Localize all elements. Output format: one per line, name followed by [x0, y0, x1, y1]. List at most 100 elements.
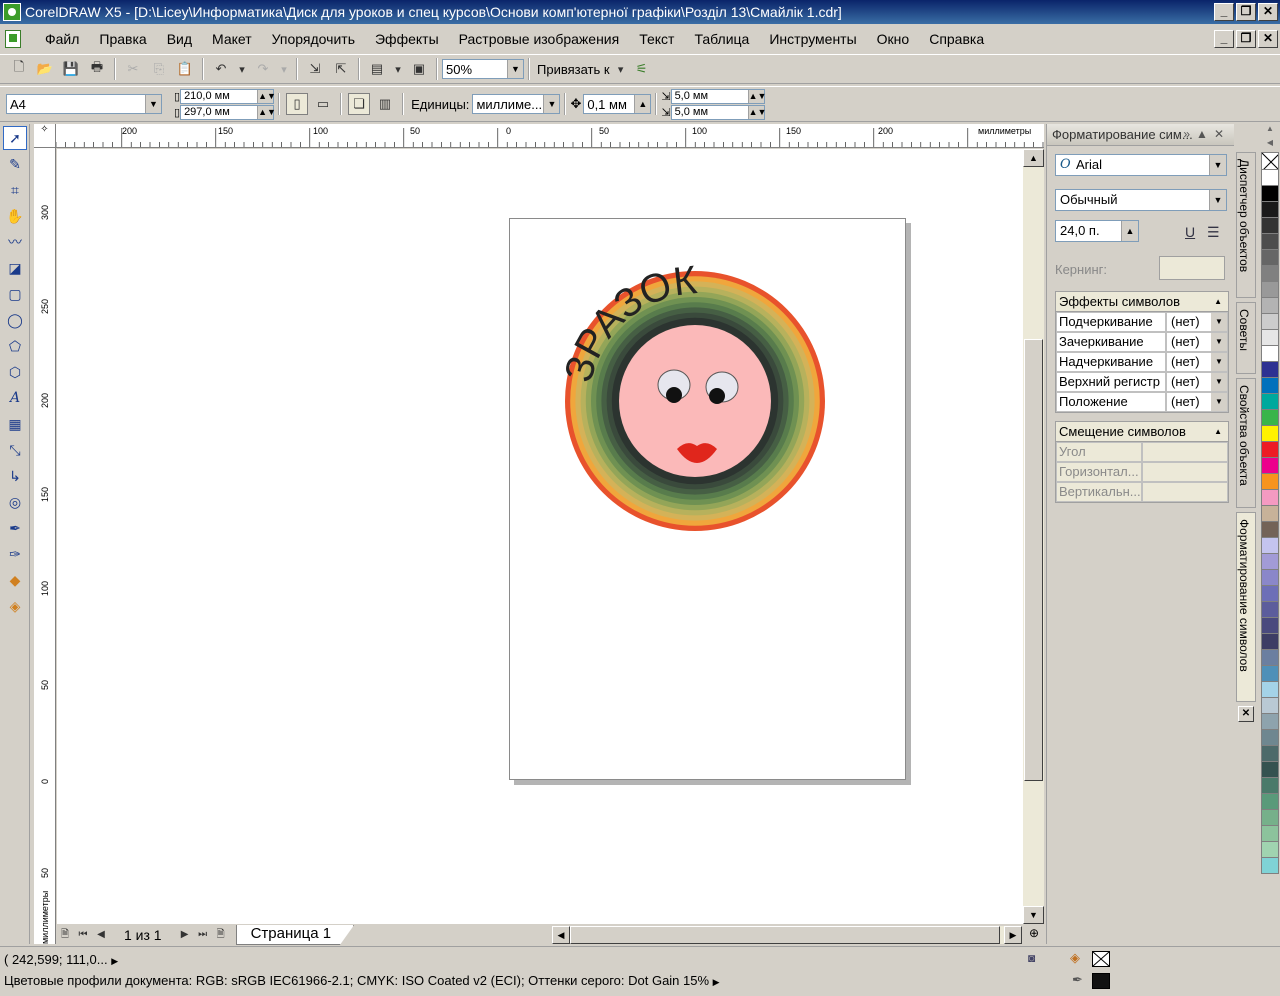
color-swatch[interactable] — [1261, 842, 1279, 858]
color-swatch[interactable] — [1261, 442, 1279, 458]
effect-value[interactable]: (нет) ▼ — [1166, 372, 1228, 392]
ellipse-tool-icon[interactable]: ◯ — [3, 308, 27, 332]
insert-page-before-icon[interactable]: 🗎 — [56, 926, 74, 944]
outline-color-indicator[interactable] — [1092, 973, 1110, 989]
profiles-arrow-icon[interactable]: ▶ — [713, 977, 720, 987]
docker-tab-close-button[interactable]: ✕ — [1238, 706, 1254, 722]
page-width-field[interactable]: 210,0 мм ▲▼ — [180, 88, 276, 104]
chevron-down-icon[interactable]: ▼ — [1209, 155, 1226, 175]
color-swatch[interactable] — [1261, 522, 1279, 538]
redo-dropdown-icon[interactable]: ▾ — [278, 58, 290, 80]
color-swatch[interactable] — [1261, 490, 1279, 506]
view-mode-icon[interactable]: ◙ — [1028, 951, 1035, 965]
close-button[interactable]: ✕ — [1258, 3, 1278, 21]
freehand-tool-icon[interactable]: 〰 — [3, 230, 27, 254]
doc-close-button[interactable]: ✕ — [1258, 30, 1278, 48]
chevron-down-icon[interactable]: ▼ — [507, 60, 523, 78]
menu-table[interactable]: Таблица — [684, 28, 759, 50]
fill-none-indicator[interactable] — [1092, 951, 1110, 967]
color-swatch[interactable] — [1261, 618, 1279, 634]
color-swatch[interactable] — [1261, 746, 1279, 762]
effect-value[interactable]: (нет) ▼ — [1166, 312, 1228, 332]
color-swatch[interactable] — [1261, 378, 1279, 394]
spin-icon[interactable]: ▲▼ — [747, 89, 766, 103]
underline-icon[interactable]: U — [1185, 224, 1195, 240]
fill-tool-icon[interactable]: ◆ — [3, 568, 27, 592]
scroll-down-button[interactable]: ▼ — [1023, 906, 1044, 924]
scroll-right-button[interactable]: ▶ — [1004, 926, 1022, 944]
color-swatch[interactable] — [1261, 186, 1279, 202]
color-swatch[interactable] — [1261, 778, 1279, 794]
undo-dropdown-icon[interactable]: ▾ — [236, 58, 248, 80]
effect-value[interactable]: (нет) ▼ — [1166, 352, 1228, 372]
blend-tool-icon[interactable]: ◎ — [3, 490, 27, 514]
welcome-screen-icon[interactable]: ▣ — [408, 58, 430, 80]
color-swatch[interactable] — [1261, 650, 1279, 666]
color-swatch[interactable] — [1261, 314, 1279, 330]
portrait-icon[interactable]: ▯ — [286, 93, 309, 115]
color-swatch[interactable] — [1261, 234, 1279, 250]
tab-object-properties[interactable]: Свойства объекта — [1236, 378, 1256, 508]
effects-header[interactable]: Эффекты символов — [1056, 292, 1228, 312]
menu-bitmaps[interactable]: Растровые изображения — [449, 28, 630, 50]
print-icon[interactable]: 🖶 — [86, 58, 108, 80]
font-size-field[interactable]: 24,0 п. ▲ — [1055, 220, 1139, 242]
export-icon[interactable]: ⇱ — [330, 58, 352, 80]
align-icon[interactable]: ☰ — [1207, 224, 1220, 241]
menu-effects[interactable]: Эффекты — [365, 28, 449, 50]
save-icon[interactable]: 💾 — [60, 58, 82, 80]
color-swatch[interactable] — [1261, 586, 1279, 602]
pan-tool-icon[interactable]: ✋ — [3, 204, 27, 228]
color-swatch[interactable] — [1261, 394, 1279, 410]
shape-tool-icon[interactable]: ✎ — [3, 152, 27, 176]
color-swatch[interactable] — [1261, 682, 1279, 698]
color-swatch[interactable] — [1261, 666, 1279, 682]
smart-fill-tool-icon[interactable]: ◪ — [3, 256, 27, 280]
color-swatch[interactable] — [1261, 538, 1279, 554]
chevron-down-icon[interactable]: ▼ — [1209, 190, 1226, 210]
redo-icon[interactable]: ↷ — [252, 58, 274, 80]
kerning-field[interactable] — [1159, 256, 1225, 280]
scroll-left-button[interactable]: ◀ — [552, 926, 570, 944]
color-swatch[interactable] — [1261, 762, 1279, 778]
color-swatch[interactable] — [1261, 858, 1279, 874]
table-tool-icon[interactable]: ▦ — [3, 412, 27, 436]
shift-field[interactable] — [1142, 442, 1228, 462]
drawing-canvas[interactable]: ЗРАЗОК — [57, 149, 1023, 924]
open-icon[interactable]: 📂 — [34, 58, 56, 80]
paste-icon[interactable]: 📋 — [174, 58, 196, 80]
snap-to-button[interactable]: Привязать к — [537, 62, 610, 77]
copy-icon[interactable]: ⎘ — [148, 58, 170, 80]
polygon-tool-icon[interactable]: ⬠ — [3, 334, 27, 358]
menu-layout[interactable]: Макет — [202, 28, 262, 50]
color-swatch[interactable] — [1261, 202, 1279, 218]
app-launcher-icon[interactable]: ▤ — [366, 58, 388, 80]
menu-tools[interactable]: Инструменты — [759, 28, 866, 50]
menu-view[interactable]: Вид — [157, 28, 202, 50]
color-swatch[interactable] — [1261, 298, 1279, 314]
color-swatch[interactable] — [1261, 810, 1279, 826]
color-swatch[interactable] — [1261, 362, 1279, 378]
tab-object-manager[interactable]: Диспетчер объектов — [1236, 152, 1256, 298]
basic-shapes-tool-icon[interactable]: ⬡ — [3, 360, 27, 384]
no-color-swatch[interactable] — [1261, 152, 1279, 170]
effect-value[interactable]: (нет) ▼ — [1166, 392, 1228, 412]
page-height-field[interactable]: 297,0 мм ▲▼ — [180, 104, 276, 120]
color-swatch[interactable] — [1261, 570, 1279, 586]
color-swatch[interactable] — [1261, 506, 1279, 522]
color-swatch[interactable] — [1261, 410, 1279, 426]
horizontal-scroll-thumb[interactable] — [570, 926, 1000, 944]
horizontal-ruler[interactable]: 200 150 100 50 0 50 100 150 200 миллимет… — [56, 124, 1044, 148]
color-swatch[interactable] — [1261, 218, 1279, 234]
tab-hints[interactable]: Советы — [1236, 302, 1256, 374]
units-combo[interactable]: миллиме... ▼ — [472, 94, 561, 114]
last-page-icon[interactable]: ⏭ — [194, 926, 212, 944]
ruler-corner[interactable]: ✧ — [34, 124, 56, 148]
effect-value[interactable]: (нет) ▼ — [1166, 332, 1228, 352]
menu-edit[interactable]: Правка — [89, 28, 156, 50]
landscape-icon[interactable]: ▭ — [312, 93, 334, 115]
duplicate-x-field[interactable]: 5,0 мм ▲▼ — [670, 88, 766, 104]
color-swatch[interactable] — [1261, 474, 1279, 490]
color-swatch[interactable] — [1261, 330, 1279, 346]
docker-close-icon[interactable]: ✕ — [1214, 127, 1230, 141]
